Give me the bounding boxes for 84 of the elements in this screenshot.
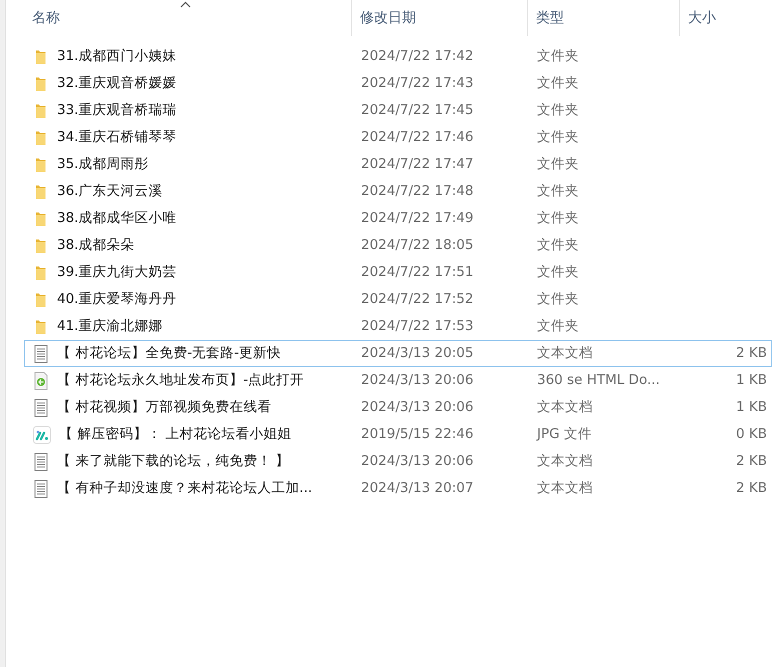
file-row[interactable]: 38.成都成华区小唯 2024/7/22 17:49 文件夹	[24, 205, 772, 232]
file-size: 2 KB	[736, 453, 767, 470]
file-name[interactable]: 38.成都朵朵	[57, 235, 134, 256]
file-name[interactable]: 32.重庆观音桥媛媛	[57, 73, 176, 94]
file-name[interactable]: 【 村花视频】万部视频免费在线看	[57, 397, 272, 418]
file-type: 文件夹	[537, 75, 579, 92]
column-header[interactable]: 大小	[688, 8, 716, 28]
modified-date: 2024/3/13 20:06	[361, 372, 474, 388]
text-document-icon	[33, 452, 49, 470]
file-type: 文本文档	[537, 453, 593, 470]
file-name[interactable]: 38.成都成华区小唯	[57, 208, 176, 229]
file-name[interactable]: 31.成都西门小姨妹	[57, 46, 176, 67]
file-row[interactable]: 【 有种子却没速度？来村花论坛人工加... 2024/3/13 20:07 文本文档 2 KB	[24, 475, 772, 502]
file-type: 文本文档	[537, 345, 593, 362]
file-row[interactable]: 39.重庆九街大奶芸 2024/7/22 17:51 文件夹	[24, 259, 772, 286]
modified-date: 2024/7/22 17:51	[361, 264, 474, 280]
modified-date: 2024/7/22 17:45	[361, 102, 474, 118]
column-header[interactable]: 修改日期	[360, 8, 416, 28]
file-type: 文件夹	[537, 264, 579, 280]
file-size: 1 KB	[736, 372, 767, 388]
file-row[interactable]: 31.成都西门小姨妹 2024/7/22 17:42 文件夹	[24, 43, 772, 70]
file-name[interactable]: 【 村花论坛永久地址发布页】-点此打开	[57, 370, 304, 391]
text-document-icon	[33, 344, 49, 362]
file-row[interactable]: 36.广东天河云溪 2024/7/22 17:48 文件夹	[24, 178, 772, 205]
file-size: 1 KB	[736, 399, 767, 416]
file-row[interactable]: 【 村花视频】万部视频免费在线看 2024/3/13 20:06 文本文档 1 KB	[24, 394, 772, 421]
file-size: 2 KB	[736, 345, 767, 362]
image-file-icon	[33, 426, 51, 444]
file-row[interactable]: 【 来了就能下载的论坛，纯免费！ 】 2024/3/13 20:06 文本文档 2 KB	[24, 448, 772, 475]
file-type: 文件夹	[537, 237, 579, 254]
file-row[interactable]: 【 解压密码】： 上村花论坛看小姐姐 2019/5/15 22:46 JPG 文件 0 KB	[24, 421, 772, 448]
file-type: 文本文档	[537, 480, 593, 496]
file-row[interactable]: 40.重庆爱琴海丹丹 2024/7/22 17:52 文件夹	[24, 286, 772, 313]
modified-date: 2024/7/22 17:47	[361, 156, 474, 172]
modified-date: 2019/5/15 22:46	[361, 426, 474, 442]
modified-date: 2024/3/13 20:06	[361, 453, 474, 470]
file-row[interactable]: 34.重庆石桥铺琴琴 2024/7/22 17:46 文件夹	[24, 124, 772, 151]
modified-date: 2024/7/22 17:42	[361, 48, 474, 64]
file-name[interactable]: 34.重庆石桥铺琴琴	[57, 127, 176, 148]
file-size: 0 KB	[736, 426, 767, 442]
file-type: 文件夹	[537, 183, 579, 200]
file-type: 文件夹	[537, 129, 579, 146]
file-type: 360 se HTML Do...	[537, 372, 660, 388]
file-type: JPG 文件	[537, 426, 592, 442]
modified-date: 2024/7/22 17:52	[361, 291, 474, 308]
file-type: 文件夹	[537, 156, 579, 172]
modified-date: 2024/7/22 17:53	[361, 318, 474, 334]
modified-date: 2024/3/13 20:07	[361, 480, 474, 496]
modified-date: 2024/3/13 20:05	[361, 345, 474, 362]
html-document-icon	[33, 372, 49, 390]
file-name[interactable]: 【 村花论坛】全免费-无套路-更新快	[57, 343, 282, 364]
file-type: 文件夹	[537, 48, 579, 64]
file-name[interactable]: 【 解压密码】： 上村花论坛看小姐姐	[59, 424, 292, 445]
column-header[interactable]: 名称	[32, 8, 60, 28]
file-name[interactable]: 35.成都周雨彤	[57, 154, 148, 175]
file-row[interactable]: 32.重庆观音桥媛媛 2024/7/22 17:43 文件夹	[24, 70, 772, 97]
file-type: 文本文档	[537, 399, 593, 416]
text-document-icon	[33, 398, 49, 416]
file-type: 文件夹	[537, 318, 579, 334]
file-size: 2 KB	[736, 480, 767, 496]
file-type: 文件夹	[537, 210, 579, 226]
file-row[interactable]: 38.成都朵朵 2024/7/22 18:05 文件夹	[24, 232, 772, 259]
file-row[interactable]: 35.成都周雨彤 2024/7/22 17:47 文件夹	[24, 151, 772, 178]
file-name[interactable]: 41.重庆渝北娜娜	[57, 316, 162, 337]
modified-date: 2024/7/22 17:49	[361, 210, 474, 226]
file-row[interactable]: 【 村花论坛永久地址发布页】-点此打开 2024/3/13 20:06 360 se HTML Do... 1 KB	[24, 367, 772, 394]
file-row[interactable]: 41.重庆渝北娜娜 2024/7/22 17:53 文件夹	[24, 313, 772, 340]
file-row[interactable]: 33.重庆观音桥瑞瑞 2024/7/22 17:45 文件夹	[24, 97, 772, 124]
file-type: 文件夹	[537, 291, 579, 308]
file-name[interactable]: 【 来了就能下载的论坛，纯免费！ 】	[57, 451, 290, 472]
modified-date: 2024/7/22 17:48	[361, 183, 474, 200]
modified-date: 2024/7/22 18:05	[361, 237, 474, 254]
modified-date: 2024/7/22 17:46	[361, 129, 474, 146]
file-name[interactable]: 【 有种子却没速度？来村花论坛人工加...	[57, 478, 312, 499]
modified-date: 2024/3/13 20:06	[361, 399, 474, 416]
file-name[interactable]: 36.广东天河云溪	[57, 181, 162, 202]
column-header[interactable]: 类型	[536, 8, 564, 28]
file-name[interactable]: 33.重庆观音桥瑞瑞	[57, 100, 176, 121]
file-name[interactable]: 39.重庆九街大奶芸	[57, 262, 176, 283]
text-document-icon	[33, 480, 49, 498]
file-name[interactable]: 40.重庆爱琴海丹丹	[57, 289, 176, 310]
modified-date: 2024/7/22 17:43	[361, 75, 474, 92]
file-type: 文件夹	[537, 102, 579, 118]
focused-file-row[interactable]: 【 村花论坛】全免费-无套路-更新快 2024/3/13 20:05 文本文档 2 KB	[24, 340, 772, 367]
